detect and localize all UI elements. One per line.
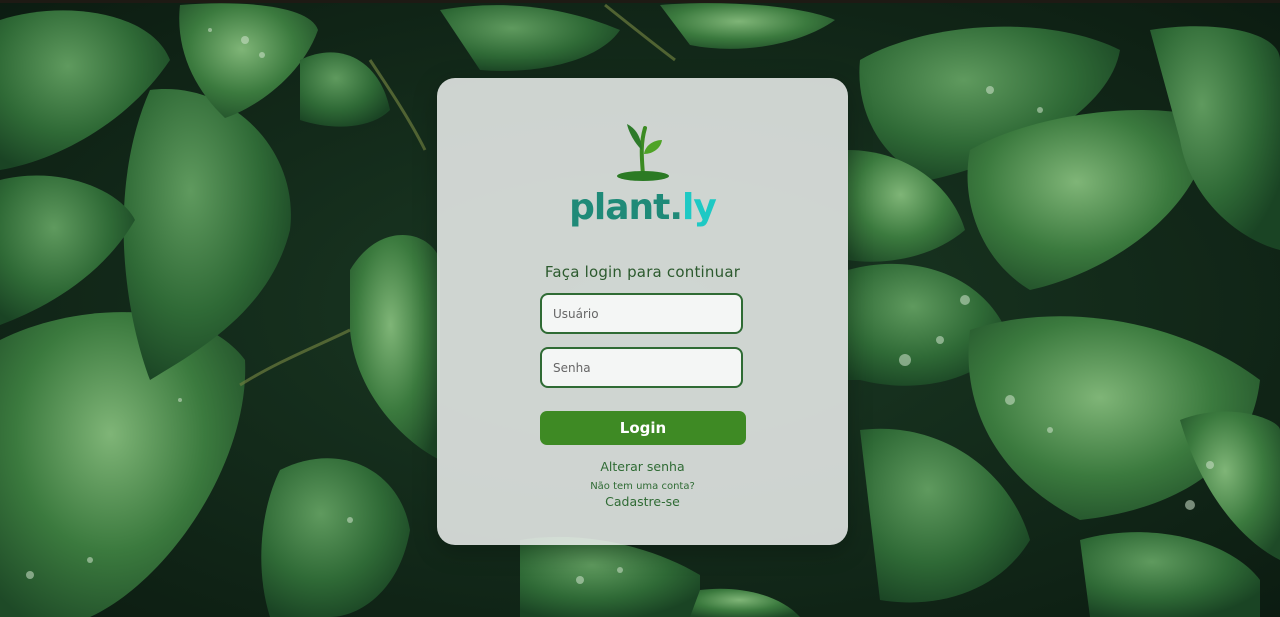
change-password-link[interactable]: Alterar senha: [437, 459, 848, 474]
signup-link[interactable]: Cadastre-se: [437, 494, 848, 509]
login-card: plant.ly Faça login para continuar Login…: [437, 78, 848, 545]
sprout-icon: [617, 124, 669, 181]
brand-logo-text: plant.ly: [437, 184, 848, 232]
top-border: [0, 0, 1280, 3]
brand-part1: plant.: [569, 187, 683, 228]
login-title: Faça login para continuar: [544, 263, 741, 281]
username-input[interactable]: [540, 293, 743, 334]
login-button[interactable]: Login: [540, 411, 746, 445]
brand-part2: ly: [682, 187, 717, 228]
password-input[interactable]: [540, 347, 743, 388]
no-account-text: Não tem uma conta?: [590, 481, 695, 492]
